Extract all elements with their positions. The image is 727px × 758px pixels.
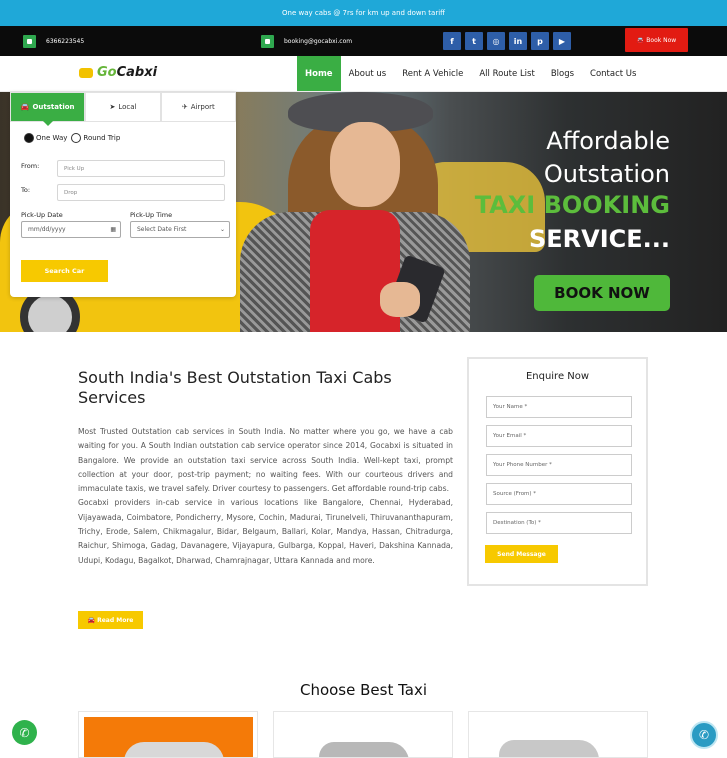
round-trip-label: Round Trip <box>83 134 121 142</box>
phone-icon <box>23 34 36 48</box>
pickup-time-label: Pick-Up Time <box>130 211 173 219</box>
source-field[interactable]: Source (From) * <box>486 483 632 505</box>
one-way-label: One Way <box>36 134 68 142</box>
hero-face <box>330 122 400 207</box>
taxi-car-image <box>499 740 599 757</box>
destination-field[interactable]: Destination (To) * <box>486 512 632 534</box>
youtube-icon[interactable]: ▶ <box>553 32 571 50</box>
read-more-button[interactable]: 🚘 Read More <box>78 611 143 629</box>
name-field[interactable]: Your Name * <box>486 396 632 418</box>
about-title: South India's Best Outstation Taxi Cabs … <box>78 368 392 407</box>
one-way-radio[interactable] <box>24 133 34 143</box>
email-address[interactable]: booking@gocabxi.com <box>284 38 352 45</box>
from-label: From: <box>21 162 40 170</box>
about-paragraph-2: Gocabxi providers in-cab service in vari… <box>78 498 453 565</box>
plane-icon: ✈ <box>181 103 188 111</box>
phone-contact[interactable]: 6366223545 <box>23 34 84 48</box>
site-logo[interactable]: Go Cabxi <box>79 65 157 80</box>
book-now-top-button[interactable]: 🚘 Book Now <box>625 28 688 52</box>
taxi-car-image <box>124 742 224 757</box>
car-icon: 🚘 <box>636 36 645 44</box>
tab-airport[interactable]: ✈ Airport <box>160 92 236 122</box>
car-icon: 🚘 <box>87 616 96 624</box>
phone-number[interactable]: 6366223545 <box>46 38 84 45</box>
email-field[interactable]: Your Email * <box>486 425 632 447</box>
nav-about-us[interactable]: About us <box>341 56 395 91</box>
email-contact[interactable]: booking@gocabxi.com <box>261 34 352 48</box>
nav-home[interactable]: Home <box>297 56 341 91</box>
nav-contact-us[interactable]: Contact Us <box>582 56 644 91</box>
send-message-button[interactable]: Send Message <box>485 545 558 563</box>
hero-woman-image <box>240 92 470 332</box>
pickup-date-input[interactable]: mm/dd/yyyy ▦ <box>21 221 121 238</box>
tab-airport-label: Airport <box>190 103 215 111</box>
announcement-bar: One way cabs @ 7rs for km up and down ta… <box>0 0 727 26</box>
pinterest-icon[interactable]: p <box>531 32 549 50</box>
taxi-card-image <box>84 717 253 757</box>
to-label: To: <box>21 186 31 194</box>
choose-taxi-title: Choose Best Taxi <box>299 681 428 699</box>
nav-blogs[interactable]: Blogs <box>543 56 582 91</box>
taxi-card[interactable] <box>78 711 258 758</box>
main-navbar: Go Cabxi Home About us Rent A Vehicle All… <box>0 56 727 92</box>
enquiry-form: Enquire Now Your Name * Your Email * You… <box>467 357 648 586</box>
hero-headline-line2: Outstation <box>543 160 670 188</box>
nav-rent-a-vehicle[interactable]: Rent A Vehicle <box>394 56 471 91</box>
about-paragraph-1: Most Trusted Outstation cab services in … <box>78 427 453 494</box>
taxi-car-image <box>319 742 409 757</box>
chevron-down-icon: ⌄ <box>219 226 225 233</box>
hero-hand <box>380 282 420 317</box>
search-car-button[interactable]: Search Car <box>21 260 108 282</box>
hero-book-now-button[interactable]: BOOK NOW <box>534 275 670 311</box>
read-more-label: Read More <box>97 616 134 624</box>
pickup-date-value: mm/dd/yyyy <box>28 226 66 233</box>
logo-text-go: Go <box>97 65 117 80</box>
about-body: Most Trusted Outstation cab services in … <box>78 425 453 568</box>
taxi-logo-icon <box>79 67 93 78</box>
tab-local-label: Local <box>118 103 137 111</box>
phone-call-icon[interactable]: ✆ <box>690 721 718 749</box>
taxi-card[interactable] <box>468 711 648 758</box>
book-now-label: Book Now <box>646 36 677 44</box>
phone-field[interactable]: Your Phone Number * <box>486 454 632 476</box>
pickup-time-select[interactable]: Select Date First ⌄ <box>130 221 230 238</box>
tab-outstation-label: Outstation <box>32 103 75 111</box>
booking-widget: 🚘 Outstation ➤ Local ✈ Airport One Way R… <box>10 92 236 297</box>
pickup-input[interactable]: Pick Up <box>57 160 225 177</box>
social-links: f t ◎ in p ▶ <box>443 32 571 50</box>
facebook-icon[interactable]: f <box>443 32 461 50</box>
contact-bar: 6366223545 booking@gocabxi.com f t ◎ in … <box>0 26 727 56</box>
nav-menu: Home About us Rent A Vehicle All Route L… <box>297 56 644 92</box>
hero-headline-line1: Affordable <box>546 127 670 155</box>
hero-headline-line4: SERVICE... <box>528 225 670 253</box>
enquiry-title: Enquire Now <box>525 371 590 382</box>
calendar-icon: ▦ <box>110 226 116 233</box>
car-icon: 🚘 <box>20 103 30 111</box>
location-arrow-icon: ➤ <box>109 103 116 111</box>
tab-outstation[interactable]: 🚘 Outstation <box>10 92 86 126</box>
hero-headline-line3: TAXI BOOKING <box>474 191 670 219</box>
logo-text-cabxi: Cabxi <box>116 65 158 80</box>
pickup-date-label: Pick-Up Date <box>21 211 63 219</box>
instagram-icon[interactable]: ◎ <box>487 32 505 50</box>
mail-icon <box>261 34 274 48</box>
announcement-text: One way cabs @ 7rs for km up and down ta… <box>282 9 445 17</box>
pickup-time-value: Select Date First <box>137 226 187 233</box>
taxi-card[interactable] <box>273 711 453 758</box>
booking-tabs: 🚘 Outstation ➤ Local ✈ Airport <box>10 92 236 126</box>
twitter-icon[interactable]: t <box>465 32 483 50</box>
nav-all-route-list[interactable]: All Route List <box>471 56 542 91</box>
whatsapp-icon[interactable]: ✆ <box>12 720 37 745</box>
tab-local[interactable]: ➤ Local <box>85 92 161 122</box>
round-trip-radio[interactable] <box>71 133 82 143</box>
drop-input[interactable]: Drop <box>57 184 225 201</box>
trip-type-options: One Way Round Trip <box>24 133 120 143</box>
linkedin-icon[interactable]: in <box>509 32 527 50</box>
